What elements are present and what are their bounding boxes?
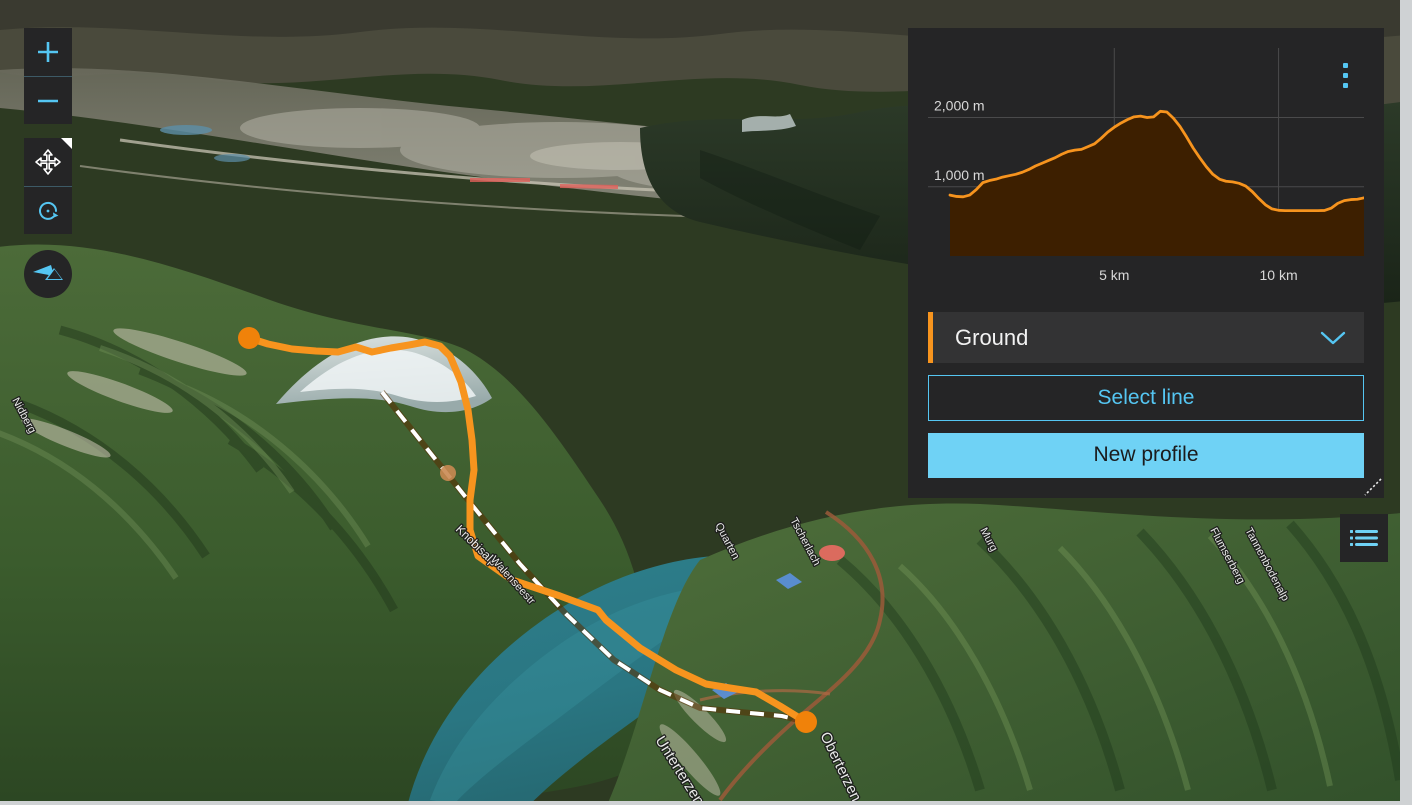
kebab-dot-icon (1342, 82, 1348, 88)
panel-resize-handle[interactable] (1364, 478, 1382, 496)
elevation-chart[interactable]: 1,000 m 2,000 m 5 km 10 km (928, 48, 1366, 298)
elevation-chart-svg: 1,000 m 2,000 m 5 km 10 km (928, 48, 1366, 283)
minus-icon (38, 99, 58, 102)
map-waypoint-marker (440, 465, 456, 481)
chart-y-tick-label: 2,000 m (934, 98, 985, 114)
legend-list-icon (1350, 530, 1378, 546)
rotate-icon (39, 201, 59, 220)
zoom-in-button[interactable] (24, 28, 72, 76)
plus-icon (38, 42, 58, 62)
rotate-button[interactable] (24, 186, 72, 234)
chevron-down-icon (1320, 331, 1346, 344)
layer-select-dropdown[interactable]: Ground (928, 312, 1364, 364)
map-route-start-marker (238, 327, 260, 349)
chart-y-tick-label: 1,000 m (934, 167, 985, 183)
layer-select-value: Ground (955, 324, 1029, 350)
elevation-profile-panel: 1,000 m 2,000 m 5 km 10 km Ground Select li… (908, 28, 1384, 498)
legend-button[interactable] (1340, 514, 1388, 562)
bottom-page-border (0, 801, 1412, 805)
new-profile-button[interactable]: New profile (928, 432, 1364, 478)
kebab-dot-icon (1342, 72, 1348, 78)
select-line-button[interactable]: Select line (928, 375, 1364, 421)
panel-menu-button[interactable] (1332, 58, 1358, 92)
map-route-end-marker (795, 711, 817, 733)
chart-x-tick-label: 5 km (1099, 267, 1129, 283)
tilt-plane-icon (33, 265, 63, 280)
navigation-control-group (24, 138, 72, 234)
pan-arrows-icon (35, 149, 61, 175)
pan-button[interactable] (24, 138, 72, 186)
zoom-out-button[interactable] (24, 76, 72, 124)
active-mode-indicator-icon (61, 138, 72, 149)
kebab-dot-icon (1342, 62, 1348, 68)
right-page-border (1400, 0, 1412, 805)
chart-x-tick-label: 10 km (1260, 267, 1298, 283)
app-root: Unterterzen Oberterzen Knobisalp Walenseest… (0, 0, 1412, 805)
tilt-compass-button[interactable] (24, 250, 72, 298)
chart-area-fill (950, 111, 1364, 256)
zoom-control-group (24, 28, 72, 124)
